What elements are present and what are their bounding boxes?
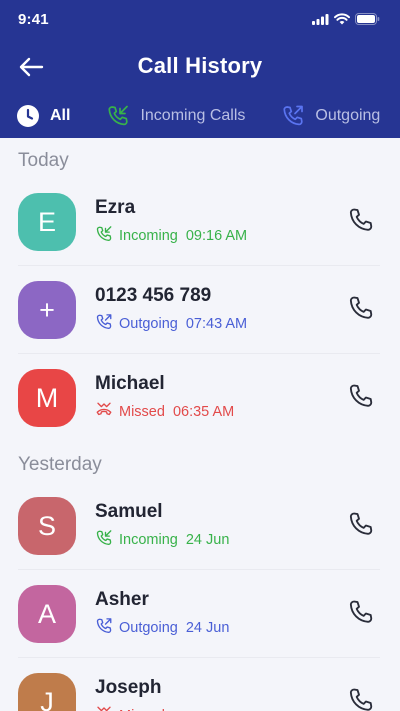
avatar: A — [18, 585, 76, 643]
contact-name: Samuel — [95, 501, 163, 522]
call-meta: Missed — [95, 705, 344, 711]
call-time: 07:43 AM — [185, 316, 248, 332]
missed-call-icon — [95, 705, 113, 711]
call-info: Samuel Incoming 24 Jun — [95, 501, 344, 551]
call-type: Outgoing — [119, 620, 178, 636]
call-row[interactable]: J Joseph Missed — [0, 658, 400, 711]
status-bar: 9:41 — [0, 0, 400, 38]
call-time: 06:35 AM — [172, 404, 235, 420]
call-time: 24 Jun — [185, 532, 230, 548]
tab-incoming-calls[interactable]: Incoming Calls — [106, 104, 245, 128]
tab-label: All — [50, 107, 71, 124]
incoming-call-icon — [95, 225, 113, 247]
section-title-today: Today — [18, 150, 69, 171]
call-row[interactable]: + 0123 456 789 Outgoing 07:43 AM — [0, 266, 400, 354]
call-time: 24 Jun — [185, 620, 230, 636]
call-button[interactable] — [344, 205, 378, 239]
call-meta: Missed 06:35 AM — [95, 401, 344, 423]
call-meta: Incoming 24 Jun — [95, 529, 344, 551]
section-title-yesterday: Yesterday — [18, 454, 102, 475]
call-info: Ezra Incoming 09:16 AM — [95, 197, 344, 247]
call-type: Incoming — [119, 228, 178, 244]
tab-label: Incoming Calls — [140, 107, 246, 124]
tab-label: Outgoing — [315, 107, 381, 124]
contact-name: Ezra — [95, 197, 136, 218]
call-button[interactable] — [344, 293, 378, 327]
clock-icon — [17, 105, 39, 127]
phone-icon — [347, 686, 375, 711]
call-meta: Incoming 09:16 AM — [95, 225, 344, 247]
call-row[interactable]: M Michael Missed 06:35 AM — [0, 354, 400, 442]
contact-name: Asher — [95, 589, 149, 610]
phone-icon — [347, 510, 375, 543]
call-button[interactable] — [344, 509, 378, 543]
phone-icon — [347, 206, 375, 239]
phone-icon — [347, 598, 375, 631]
tab-outgoing[interactable]: Outgoing — [281, 104, 380, 128]
battery-icon — [355, 13, 380, 25]
call-row[interactable]: S Samuel Incoming 24 Jun — [0, 482, 400, 570]
call-row[interactable]: E Ezra Incoming 09:16 AM — [0, 178, 400, 266]
call-meta: Outgoing 24 Jun — [95, 617, 344, 639]
contact-name: Michael — [95, 373, 165, 394]
call-type: Outgoing — [119, 316, 178, 332]
call-meta: Outgoing 07:43 AM — [95, 313, 344, 335]
avatar: E — [18, 193, 76, 251]
page-title: Call History — [137, 53, 263, 78]
avatar: M — [18, 369, 76, 427]
call-row[interactable]: A Asher Outgoing 24 Jun — [0, 570, 400, 658]
call-info: Michael Missed 06:35 AM — [95, 373, 344, 423]
incoming-call-icon — [108, 105, 129, 126]
filter-tabs: All Incoming Calls Outgoing — [0, 94, 400, 138]
call-info: Asher Outgoing 24 Jun — [95, 589, 344, 639]
avatar: S — [18, 497, 76, 555]
call-type: Incoming — [119, 532, 178, 548]
status-icons — [312, 13, 380, 25]
wifi-icon — [334, 13, 350, 25]
avatar: J — [18, 673, 76, 711]
back-button[interactable] — [16, 52, 46, 82]
call-list-today: E Ezra Incoming 09:16 AM + 0123 456 789 … — [0, 178, 400, 442]
call-type: Missed — [119, 404, 165, 420]
call-button[interactable] — [344, 685, 378, 711]
contact-name: 0123 456 789 — [95, 285, 212, 306]
call-button[interactable] — [344, 381, 378, 415]
tab-all[interactable]: All — [16, 104, 70, 128]
app-header: 9:41 Call History All Incoming Calls Out… — [0, 0, 400, 138]
contact-name: Joseph — [95, 677, 162, 698]
call-button[interactable] — [344, 597, 378, 631]
incoming-call-icon — [95, 529, 113, 551]
title-bar: Call History — [0, 38, 400, 94]
phone-icon — [347, 294, 375, 327]
missed-call-icon — [95, 401, 113, 423]
arrow-left-icon — [19, 57, 44, 77]
avatar: + — [18, 281, 76, 339]
call-time: 09:16 AM — [185, 228, 248, 244]
outgoing-call-icon — [283, 105, 304, 126]
call-info: 0123 456 789 Outgoing 07:43 AM — [95, 285, 344, 335]
outgoing-call-icon — [95, 617, 113, 639]
status-time: 9:41 — [18, 10, 49, 28]
phone-icon — [347, 382, 375, 415]
call-info: Joseph Missed — [95, 677, 344, 711]
signal-icon — [312, 13, 329, 25]
call-list-yesterday: S Samuel Incoming 24 Jun A Asher Outgoin… — [0, 482, 400, 711]
outgoing-call-icon — [95, 313, 113, 335]
